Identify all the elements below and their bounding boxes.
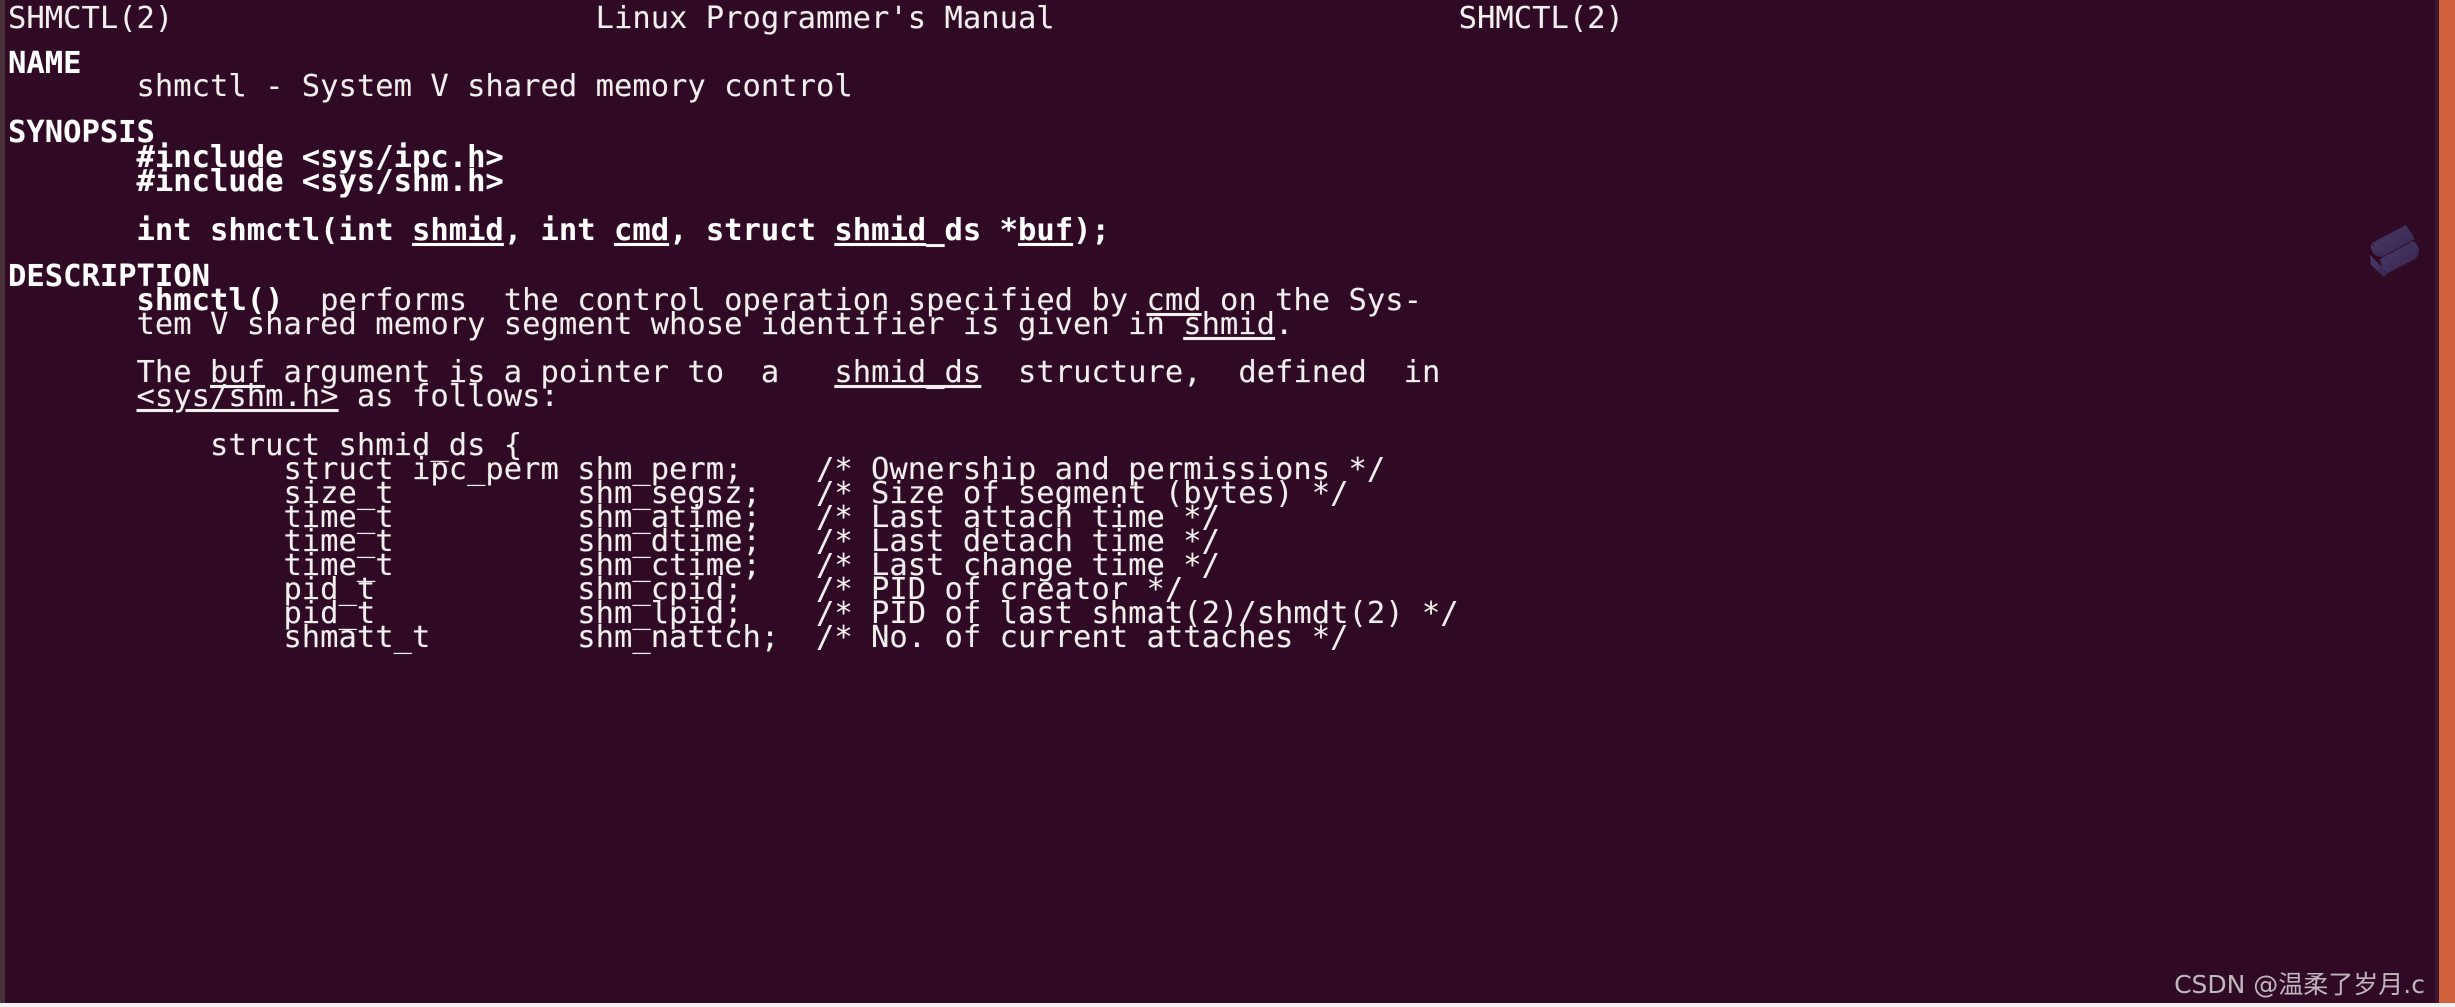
terminal-line: <sys/shm.h> as follows:	[136, 379, 559, 414]
watermark-text: CSDN @温柔了岁月.c	[2174, 970, 2425, 999]
terminal-line: int shmctl(int shmid, int cmd, struct sh…	[8, 213, 1110, 248]
terminal-line: shmatt_t shm_nattch; /* No. of current a…	[8, 620, 1349, 655]
terminal-line: SHMCTL(2) Linux Programmer's Manual SHMC…	[8, 1, 1624, 36]
terminal-line: tem V shared memory segment whose identi…	[8, 307, 1294, 342]
window-left-border	[0, 0, 5, 1007]
terminal-line: shmctl - System V shared memory control	[8, 69, 853, 104]
man-page-text-area[interactable]: SHMCTL(2) Linux Programmer's Manual SHMC…	[8, 0, 2428, 1007]
scrollbar[interactable]	[2439, 0, 2455, 1007]
terminal-window: SHMCTL(2) Linux Programmer's Manual SHMC…	[0, 0, 2455, 1007]
window-bottom-edge	[0, 1003, 2455, 1007]
terminal-line: #include <sys/shm.h>	[8, 164, 504, 199]
